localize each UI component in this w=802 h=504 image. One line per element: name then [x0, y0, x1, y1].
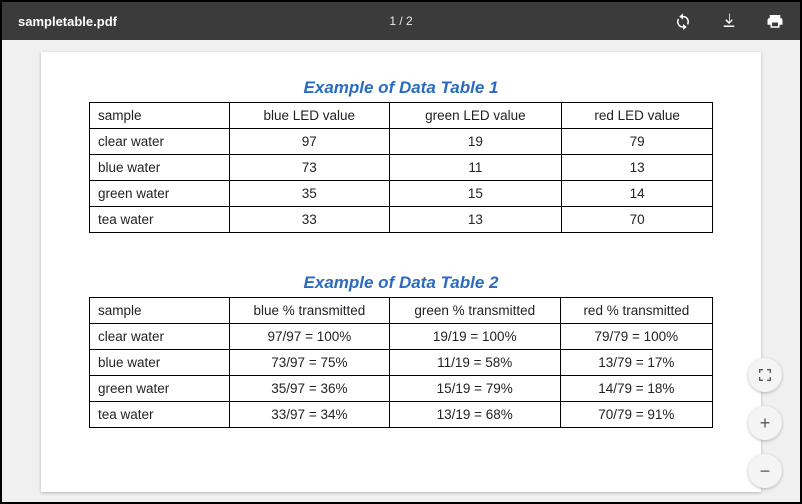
col-header: blue % transmitted — [230, 298, 390, 324]
col-header: green LED value — [389, 103, 562, 129]
cell-value: 70 — [562, 207, 713, 233]
cell-value: 33 — [230, 207, 390, 233]
data-table-1: sample blue LED value green LED value re… — [89, 102, 713, 233]
table-row: sample blue LED value green LED value re… — [90, 103, 713, 129]
cell-value: 11/19 = 58% — [389, 350, 560, 376]
cell-sample: green water — [90, 376, 230, 402]
table2-title: Example of Data Table 2 — [89, 273, 713, 293]
toolbar: sampletable.pdf 1 / 2 — [2, 2, 800, 40]
col-header: red LED value — [562, 103, 713, 129]
cell-value: 11 — [389, 155, 562, 181]
fit-page-button[interactable] — [748, 358, 782, 392]
rotate-icon[interactable] — [674, 12, 692, 30]
cell-value: 13/19 = 68% — [389, 402, 560, 428]
cell-value: 33/97 = 34% — [230, 402, 390, 428]
table-row: clear water 97 19 79 — [90, 129, 713, 155]
col-header: blue LED value — [230, 103, 390, 129]
cell-sample: clear water — [90, 324, 230, 350]
table-row: green water 35/97 = 36% 15/19 = 79% 14/7… — [90, 376, 713, 402]
table-row: tea water 33/97 = 34% 13/19 = 68% 70/79 … — [90, 402, 713, 428]
cell-sample: blue water — [90, 350, 230, 376]
floating-controls: + − — [748, 358, 782, 488]
table-row: clear water 97/97 = 100% 19/19 = 100% 79… — [90, 324, 713, 350]
cell-value: 79/79 = 100% — [560, 324, 712, 350]
cell-value: 15 — [389, 181, 562, 207]
table-row: sample blue % transmitted green % transm… — [90, 298, 713, 324]
cell-sample: green water — [90, 181, 230, 207]
print-icon[interactable] — [766, 12, 784, 30]
cell-value: 14/79 = 18% — [560, 376, 712, 402]
cell-value: 35 — [230, 181, 390, 207]
table-row: blue water 73/97 = 75% 11/19 = 58% 13/79… — [90, 350, 713, 376]
cell-value: 73 — [230, 155, 390, 181]
cell-sample: blue water — [90, 155, 230, 181]
zoom-out-button[interactable]: − — [748, 454, 782, 488]
col-header: sample — [90, 298, 230, 324]
cell-value: 19 — [389, 129, 562, 155]
col-header: sample — [90, 103, 230, 129]
col-header: green % transmitted — [389, 298, 560, 324]
cell-value: 13 — [389, 207, 562, 233]
pdf-viewer-app: sampletable.pdf 1 / 2 Example of Data Ta… — [2, 2, 800, 502]
zoom-in-button[interactable]: + — [748, 406, 782, 440]
page-indicator: 1 / 2 — [389, 14, 412, 28]
document-viewport[interactable]: Example of Data Table 1 sample blue LED … — [2, 40, 800, 502]
table-row: tea water 33 13 70 — [90, 207, 713, 233]
cell-value: 73/97 = 75% — [230, 350, 390, 376]
cell-value: 13/79 = 17% — [560, 350, 712, 376]
cell-value: 14 — [562, 181, 713, 207]
cell-value: 35/97 = 36% — [230, 376, 390, 402]
table-row: blue water 73 11 13 — [90, 155, 713, 181]
col-header: red % transmitted — [560, 298, 712, 324]
cell-value: 97 — [230, 129, 390, 155]
cell-sample: tea water — [90, 207, 230, 233]
cell-value: 19/19 = 100% — [389, 324, 560, 350]
cell-value: 97/97 = 100% — [230, 324, 390, 350]
cell-value: 15/19 = 79% — [389, 376, 560, 402]
toolbar-actions — [674, 12, 784, 30]
cell-value: 70/79 = 91% — [560, 402, 712, 428]
pdf-page: Example of Data Table 1 sample blue LED … — [41, 52, 761, 492]
table1-title: Example of Data Table 1 — [89, 78, 713, 98]
cell-value: 13 — [562, 155, 713, 181]
data-table-2: sample blue % transmitted green % transm… — [89, 297, 713, 428]
download-icon[interactable] — [720, 12, 738, 30]
table-row: green water 35 15 14 — [90, 181, 713, 207]
cell-sample: clear water — [90, 129, 230, 155]
file-name: sampletable.pdf — [18, 14, 117, 29]
cell-value: 79 — [562, 129, 713, 155]
cell-sample: tea water — [90, 402, 230, 428]
